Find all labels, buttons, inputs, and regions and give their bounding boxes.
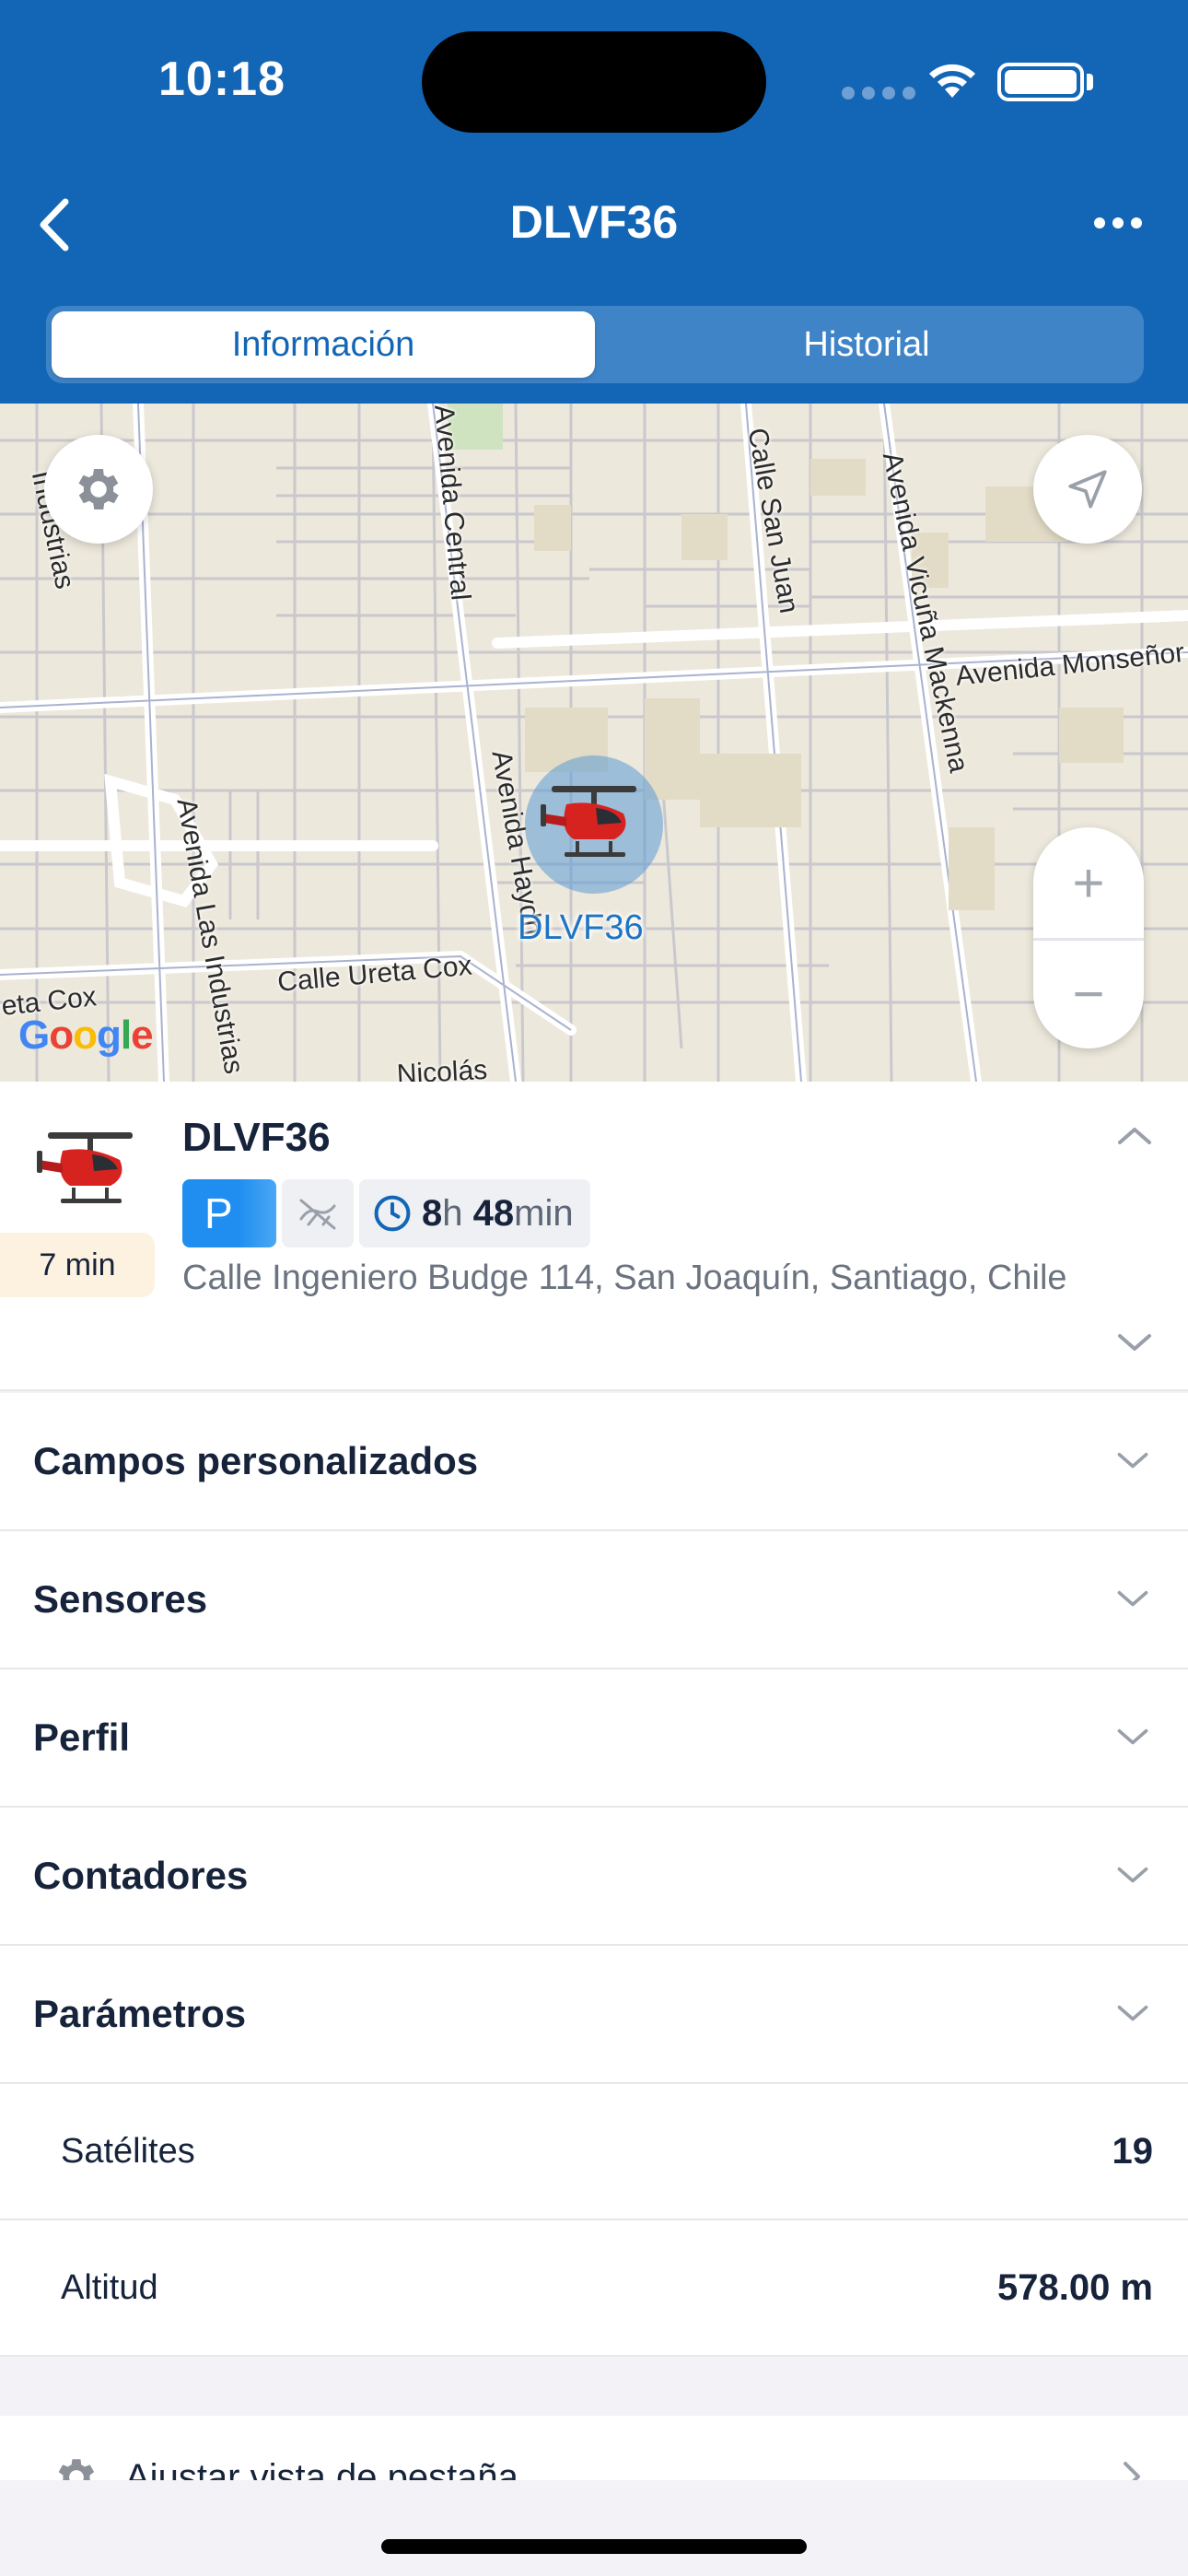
google-logo-mark: Google	[18, 1013, 154, 1058]
chevron-down-icon[interactable]	[1114, 1330, 1155, 1356]
ignition-off-badge	[282, 1179, 354, 1247]
cellular-signal-icon	[842, 87, 915, 100]
section-contadores[interactable]: Contadores	[0, 1808, 1188, 1946]
duration-hours-unit: h	[442, 1192, 463, 1234]
navigation-arrow-icon	[1068, 470, 1107, 509]
map-roads	[0, 404, 1188, 1082]
chevron-down-icon	[1117, 2005, 1148, 2021]
unit-address: Calle Ingeniero Budge 114, San Joaquín, …	[182, 1259, 1067, 1297]
chevron-down-icon	[1117, 1590, 1148, 1607]
param-row-satelites: Satélites 19	[0, 2084, 1188, 2220]
top-bar: 10:18 DLVF36 Información Historial	[0, 0, 1188, 404]
gear-icon	[78, 469, 119, 509]
map-view[interactable]: Industrias Avenida Central Calle San Jua…	[0, 404, 1188, 1082]
segmented-control: Información Historial	[46, 306, 1144, 383]
section-title: Parámetros	[33, 1992, 247, 2035]
locate-button[interactable]	[1033, 435, 1142, 544]
section-title: Sensores	[33, 1577, 208, 1621]
duration-minutes-unit: min	[514, 1192, 574, 1234]
bottom-safe-area	[0, 2480, 1188, 2576]
battery-tip	[1087, 74, 1093, 90]
param-label: Satélites	[61, 2131, 195, 2171]
param-row-altitud: Altitud 578.00 m	[0, 2220, 1188, 2357]
map-settings-button[interactable]	[44, 435, 153, 544]
unit-summary-card[interactable]: 7 min DLVF36 P 8h 48min Calle Ingeniero …	[0, 1082, 1188, 1391]
helicopter-icon	[37, 1132, 133, 1203]
clock-icon	[374, 1195, 411, 1232]
section-perfil[interactable]: Perfil	[0, 1669, 1188, 1808]
vehicle-marker-label: DLVF36	[518, 908, 644, 947]
parked-status-badge: P	[182, 1179, 276, 1247]
battery-icon	[997, 63, 1084, 101]
chevron-down-icon	[1117, 1867, 1148, 1883]
duration-minutes: 48	[472, 1192, 515, 1234]
dynamic-island	[422, 31, 766, 133]
home-indicator[interactable]	[381, 2539, 807, 2554]
helicopter-icon	[541, 786, 636, 857]
section-title: Contadores	[33, 1854, 249, 1897]
ignition-off-icon	[299, 1199, 336, 1230]
zoom-controls: + −	[1033, 827, 1144, 1048]
zoom-out-button[interactable]: −	[1033, 938, 1144, 1048]
status-badges: P 8h 48min	[182, 1179, 590, 1247]
param-value: 578.00 m	[996, 2266, 1153, 2308]
elapsed-time-chip: 7 min	[0, 1233, 155, 1297]
duration-hours: 8	[422, 1192, 443, 1234]
svg-text:Google: Google	[18, 1013, 153, 1058]
chevron-down-icon	[1117, 1452, 1148, 1469]
chevron-down-icon	[1117, 1728, 1148, 1745]
info-sections: Campos personalizados Sensores Perfil Co…	[0, 1393, 1188, 2357]
parking-duration-badge: 8h 48min	[359, 1179, 590, 1247]
section-campos-personalizados[interactable]: Campos personalizados	[0, 1393, 1188, 1531]
chevron-up-icon[interactable]	[1114, 1122, 1155, 1148]
tab-informacion[interactable]: Información	[52, 311, 595, 378]
param-value: 19	[1112, 2130, 1154, 2172]
section-title: Perfil	[33, 1715, 131, 1759]
zoom-in-button[interactable]: +	[1033, 827, 1144, 938]
more-options-button[interactable]	[1094, 217, 1142, 228]
unit-name: DLVF36	[182, 1115, 331, 1160]
tab-historial[interactable]: Historial	[595, 311, 1138, 378]
param-label: Altitud	[61, 2267, 158, 2307]
status-time: 10:18	[158, 53, 285, 106]
wifi-icon	[929, 64, 975, 98]
google-logo: Google	[18, 1010, 173, 1071]
section-parametros[interactable]: Parámetros	[0, 1946, 1188, 2084]
street-label: Nicolás	[396, 1054, 488, 1082]
section-title: Campos personalizados	[33, 1439, 479, 1482]
section-sensores[interactable]: Sensores	[0, 1531, 1188, 1669]
page-title: DLVF36	[509, 196, 679, 248]
